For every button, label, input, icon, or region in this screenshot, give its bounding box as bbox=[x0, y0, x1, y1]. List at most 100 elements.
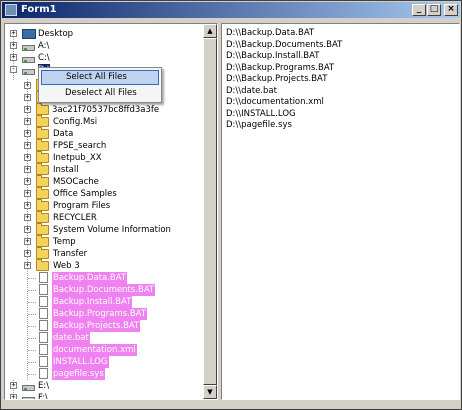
file-path-item: D:\\Backup.Install.BAT bbox=[226, 51, 320, 61]
tree-node-file[interactable]: date.bat bbox=[5, 332, 202, 344]
file-icon bbox=[39, 368, 48, 379]
tree-node-folder[interactable]: + Config.Msi bbox=[5, 115, 202, 128]
file-icon bbox=[39, 284, 48, 295]
tree-node-folder[interactable]: + Web 3 bbox=[5, 259, 202, 272]
folder-icon bbox=[36, 115, 49, 127]
tree-node-drive-c[interactable]: + C:\ bbox=[5, 52, 202, 64]
form1-window: Form1 _ □ × + Desktop + A:\ + C:\ - + + … bbox=[0, 0, 462, 410]
expand-toggle[interactable]: + bbox=[10, 54, 17, 61]
window-title: Form1 bbox=[21, 4, 57, 15]
expand-toggle[interactable]: + bbox=[10, 30, 17, 37]
tree-node-label: FPSE_search bbox=[53, 141, 107, 151]
tree-node-label: MSOCache bbox=[53, 177, 99, 187]
scroll-up-button[interactable]: ▲ bbox=[203, 24, 217, 38]
collapse-toggle[interactable]: - bbox=[10, 66, 17, 73]
tree-node-label: Transfer bbox=[53, 249, 88, 259]
tree-node-label: Program Files bbox=[53, 201, 111, 211]
file-path-item: D:\\Backup.Documents.BAT bbox=[226, 39, 343, 50]
folder-icon bbox=[36, 223, 49, 235]
file-path-item: D:\\Backup.Data.BAT bbox=[226, 28, 315, 38]
expand-toggle[interactable]: + bbox=[24, 190, 31, 197]
tree-node-label: Temp bbox=[53, 237, 76, 247]
tree-node-label: date.bat bbox=[52, 332, 90, 344]
close-button[interactable]: × bbox=[444, 4, 458, 16]
file-path-item: D:\\date.bat bbox=[226, 85, 277, 96]
tree-node-file[interactable]: Backup.Data.BAT bbox=[5, 272, 202, 284]
expand-toggle[interactable]: + bbox=[24, 178, 31, 185]
file-path-item: D:\\INSTALL.LOG bbox=[226, 108, 296, 119]
expand-toggle[interactable]: + bbox=[24, 142, 31, 149]
tree-node-label: Backup.Programs.BAT bbox=[52, 308, 148, 320]
expand-toggle[interactable]: + bbox=[24, 118, 31, 125]
folder-icon bbox=[36, 187, 49, 199]
tree-node-file[interactable]: pagefile.sys bbox=[5, 368, 202, 380]
scroll-thumb[interactable] bbox=[203, 38, 217, 385]
tree-node-folder[interactable]: + Inetpub_XX bbox=[5, 151, 202, 164]
tree-node-folder[interactable]: + Data bbox=[5, 127, 202, 140]
tree-node-file[interactable]: Backup.Install.BAT bbox=[5, 296, 202, 308]
expand-toggle[interactable]: + bbox=[24, 250, 31, 257]
expand-toggle[interactable]: + bbox=[24, 106, 31, 113]
scroll-down-button[interactable]: ▼ bbox=[203, 385, 217, 399]
tree-node-drive-f[interactable]: + F:\ bbox=[5, 392, 202, 399]
tree-node-label: Backup.Install.BAT bbox=[52, 296, 133, 308]
tree-node-folder[interactable]: + Transfer bbox=[5, 247, 202, 260]
select-all-files-menu-item[interactable]: Select All Files bbox=[41, 70, 159, 85]
tree-node-folder[interactable]: + Program Files bbox=[5, 199, 202, 212]
tree-node-file[interactable]: documentation.xml bbox=[5, 344, 202, 356]
file-path-item: D:\\Backup.Programs.BAT bbox=[226, 62, 335, 73]
tree-node-label: Desktop bbox=[38, 29, 74, 39]
expand-toggle[interactable]: + bbox=[24, 238, 31, 245]
tree-node-label: 3ac21f70537bc8ffd3a3fe bbox=[52, 105, 160, 115]
tree-node-folder[interactable]: + Install bbox=[5, 163, 202, 176]
expand-toggle[interactable]: + bbox=[24, 214, 31, 221]
tree-node-drive-e[interactable]: + E:\ bbox=[5, 380, 202, 392]
tree-node-label: Backup.Projects.BAT bbox=[52, 320, 141, 332]
tree-node-label: Config.Msi bbox=[53, 117, 98, 127]
expand-toggle[interactable]: + bbox=[24, 262, 31, 269]
folder-icon bbox=[36, 235, 49, 247]
title-bar[interactable]: Form1 _ □ × bbox=[2, 2, 460, 18]
folder-icon bbox=[36, 259, 49, 271]
drive-icon bbox=[21, 53, 36, 63]
tree-node-label: pagefile.sys bbox=[52, 368, 105, 380]
expand-toggle[interactable]: + bbox=[10, 382, 17, 389]
tree-node-file[interactable]: INSTALL.LOG bbox=[5, 356, 202, 368]
expand-toggle[interactable]: + bbox=[10, 42, 17, 49]
maximize-button[interactable]: □ bbox=[427, 4, 441, 16]
expand-toggle[interactable]: + bbox=[24, 154, 31, 161]
expand-toggle[interactable]: + bbox=[24, 82, 31, 89]
tree-node-folder[interactable]: + RECYCLER bbox=[5, 211, 202, 224]
file-path-item: D:\\documentation.xml bbox=[226, 97, 324, 107]
expand-toggle[interactable]: + bbox=[24, 226, 31, 233]
minimize-button[interactable]: _ bbox=[412, 4, 426, 16]
drive-icon bbox=[21, 65, 36, 75]
tree-node-label: C:\ bbox=[38, 53, 50, 63]
tree-node-folder[interactable]: + MSOCache bbox=[5, 175, 202, 188]
file-icon bbox=[39, 320, 48, 331]
folder-icon bbox=[36, 151, 49, 163]
tree-node-desktop[interactable]: + Desktop bbox=[5, 28, 202, 40]
expand-toggle[interactable]: + bbox=[10, 394, 17, 399]
file-icon bbox=[39, 296, 48, 307]
tree-node-folder[interactable]: + Temp bbox=[5, 235, 202, 248]
tree-node-drive-a[interactable]: + A:\ bbox=[5, 40, 202, 52]
expand-toggle[interactable]: + bbox=[24, 94, 31, 101]
folder-icon bbox=[36, 103, 49, 115]
tree-node-folder[interactable]: + FPSE_search bbox=[5, 139, 202, 152]
tree-node-folder[interactable]: + System Volume Information bbox=[5, 223, 202, 236]
deselect-all-files-menu-item[interactable]: Deselect All Files bbox=[41, 86, 159, 101]
file-path-item: D:\\pagefile.sys bbox=[226, 120, 292, 130]
tree-node-label: RECYCLER bbox=[53, 213, 97, 223]
expand-toggle[interactable]: + bbox=[24, 130, 31, 137]
tree-node-file[interactable]: Backup.Documents.BAT bbox=[5, 284, 202, 296]
expand-toggle[interactable]: + bbox=[24, 166, 31, 173]
tree-vertical-scrollbar[interactable]: ▲ ▼ bbox=[203, 24, 217, 399]
file-icon bbox=[39, 332, 48, 343]
expand-toggle[interactable]: + bbox=[24, 202, 31, 209]
selected-files-list[interactable]: D:\\Backup.Data.BAT D:\\Backup.Documents… bbox=[221, 23, 460, 400]
tree-node-folder[interactable]: + Office Samples bbox=[5, 187, 202, 200]
tree-node-file[interactable]: Backup.Programs.BAT bbox=[5, 308, 202, 320]
tree-node-folder[interactable]: + 3ac21f70537bc8ffd3a3fe bbox=[5, 103, 202, 116]
tree-node-file[interactable]: Backup.Projects.BAT bbox=[5, 320, 202, 332]
